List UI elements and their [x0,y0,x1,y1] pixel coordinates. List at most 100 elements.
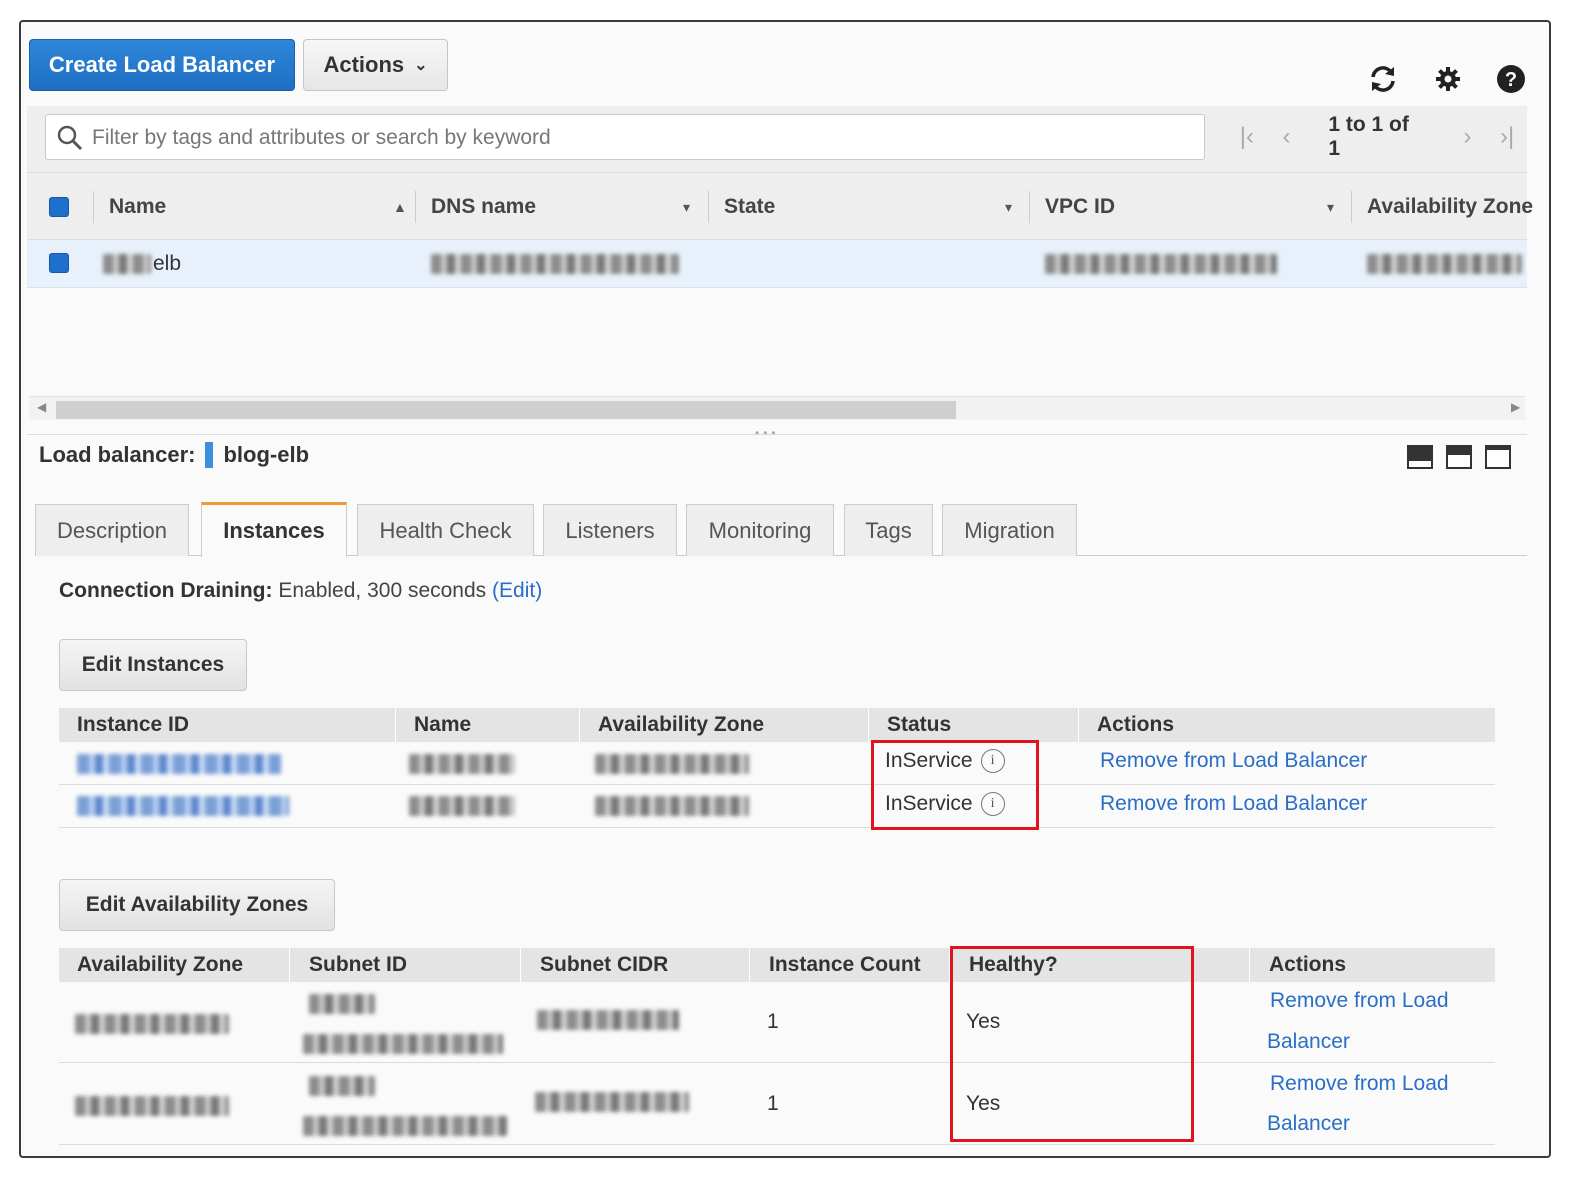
column-instance-status: Status [887,713,952,736]
tab-health-check[interactable]: Health Check [357,504,534,556]
redacted-instance-name [409,754,515,774]
instance-count: 1 [767,1092,779,1115]
column-instance-actions: Actions [1097,713,1175,736]
column-vpc-id[interactable]: VPC ID [1045,173,1115,241]
redacted-instance-az [595,796,749,816]
search-placeholder: Filter by tags and attributes or search … [92,126,551,149]
gear-icon[interactable] [1431,62,1465,96]
instances-table-header: Instance ID Name Availability Zone Statu… [59,708,1495,742]
scrollbar-thumb[interactable] [56,401,956,419]
tab-listeners[interactable]: Listeners [543,504,677,556]
pane-split-icon[interactable] [1446,445,1472,469]
pagination: |‹ ‹ 1 to 1 of 1 › ›| [1227,113,1527,160]
table-row[interactable]: elb [27,240,1527,288]
column-instance-count: Instance Count [769,953,921,976]
sort-icon[interactable]: ▾ [1327,199,1334,216]
scroll-right-icon[interactable]: ▶ [1511,400,1520,414]
edit-instances-button[interactable]: Edit Instances [59,639,247,691]
redacted-subnet-id [309,994,375,1014]
select-all-checkbox[interactable] [49,173,69,241]
remove-zone-link[interactable]: Balancer [1267,1112,1350,1136]
create-load-balancer-button[interactable]: Create Load Balancer [29,39,295,91]
last-page-icon[interactable]: ›| [1487,123,1527,151]
pane-divider [27,434,1527,435]
chevron-down-icon: ⌄ [414,57,428,74]
resize-grip-icon[interactable]: ••• [755,426,780,440]
zones-table-header: Availability Zone Subnet ID Subnet CIDR … [59,948,1495,982]
column-zone-actions: Actions [1269,953,1347,976]
lb-name: blog-elb [223,442,310,467]
redacted-name [103,254,151,274]
status-marker [205,442,214,468]
redacted-subnet-cidr [537,1010,679,1030]
instance-id-link[interactable] [77,796,289,816]
console-frame: Create Load Balancer Actions ⌄ ? Filter … [19,20,1551,1158]
help-icon[interactable]: ? [1494,62,1528,96]
connection-draining: Connection Draining: Enabled, 300 second… [59,579,542,603]
horizontal-scrollbar[interactable]: ◀ ▶ [29,396,1525,420]
detail-tabs: Description Instances Health Check Liste… [35,502,1527,557]
filter-bar: Filter by tags and attributes or search … [27,106,1527,172]
column-subnet-cidr: Subnet CIDR [540,953,669,976]
actions-label: Actions [323,52,405,77]
remove-instance-link[interactable]: Remove from Load Balancer [1100,749,1367,773]
column-name[interactable]: Name [109,173,166,241]
redacted-subnet-id [309,1076,375,1096]
redacted-instance-name [409,796,515,816]
redacted-subnet-id [303,1034,503,1054]
redacted-subnet-id [303,1116,507,1136]
remove-instance-link[interactable]: Remove from Load Balancer [1100,792,1367,816]
actions-button[interactable]: Actions ⌄ [303,39,448,91]
next-page-icon[interactable]: › [1448,123,1488,151]
instance-id-link[interactable] [77,754,281,774]
column-dns-name[interactable]: DNS name [431,173,536,241]
pane-minimize-icon[interactable] [1485,445,1511,469]
refresh-icon[interactable] [1366,62,1400,96]
status-highlight-box [871,740,1039,830]
tab-tags[interactable]: Tags [844,504,933,556]
connection-draining-label: Connection Draining: [59,579,273,602]
column-instance-id: Instance ID [77,713,190,736]
redacted-availability-zone [1367,254,1522,274]
pane-maximize-icon[interactable] [1407,445,1433,469]
search-input[interactable]: Filter by tags and attributes or search … [45,114,1205,160]
remove-zone-link[interactable]: Remove from Load [1270,1072,1449,1096]
lb-label: Load balancer: [39,442,196,467]
sort-icon[interactable]: ▾ [683,199,690,216]
selected-lb-header: Load balancer: blog-elb [39,442,309,468]
tab-instances[interactable]: Instances [201,502,347,557]
column-instance-az: Availability Zone [598,713,765,736]
edit-availability-zones-button[interactable]: Edit Availability Zones [59,879,335,931]
lb-name-suffix: elb [153,252,182,275]
column-zone: Availability Zone [77,953,244,976]
column-instance-name: Name [414,713,472,736]
column-state[interactable]: State [724,173,775,241]
sort-asc-icon[interactable]: ▲ [393,199,407,215]
remove-zone-link[interactable]: Balancer [1267,1030,1350,1054]
remove-zone-link[interactable]: Remove from Load [1270,989,1449,1013]
instance-count: 1 [767,1010,779,1033]
redacted-dns-name [431,254,679,274]
redacted-zone [75,1014,229,1034]
first-page-icon[interactable]: |‹ [1227,123,1267,151]
scroll-left-icon[interactable]: ◀ [37,400,46,414]
sort-icon[interactable]: ▾ [1005,199,1012,216]
column-availability-zone[interactable]: Availability Zone [1367,173,1533,241]
redacted-instance-az [595,754,749,774]
prev-page-icon[interactable]: ‹ [1267,123,1307,151]
column-subnet-id: Subnet ID [309,953,407,976]
redacted-vpc-id [1045,254,1277,274]
connection-draining-value: Enabled, 300 seconds [278,579,487,602]
healthy-highlight-box [950,946,1194,1142]
edit-connection-draining-link[interactable]: (Edit) [492,579,542,602]
search-icon [57,125,83,151]
redacted-subnet-cidr [535,1092,689,1112]
svg-text:?: ? [1505,69,1517,91]
load-balancer-grid-header: Name ▲ DNS name ▾ State ▾ VPC ID ▾ Avail… [27,172,1533,241]
tab-description[interactable]: Description [35,504,189,556]
tab-migration[interactable]: Migration [942,504,1077,556]
redacted-zone [75,1096,229,1116]
tab-monitoring[interactable]: Monitoring [686,504,834,556]
pagination-text: 1 to 1 of 1 [1328,113,1409,160]
row-checkbox[interactable] [49,253,69,273]
